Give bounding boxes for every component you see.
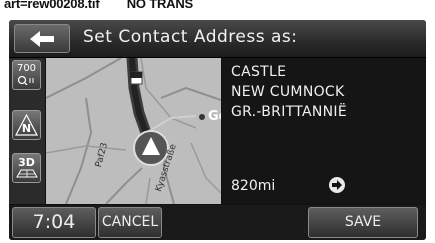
image-caption: art=rew00208.tif NO TRANS	[4, 0, 194, 11]
arrow-right-circle-icon	[329, 177, 345, 193]
scale-value: 700	[16, 63, 37, 74]
map-place-label: Ge	[208, 109, 221, 124]
view-mode-button[interactable]: 3D	[12, 153, 41, 183]
address-line: NEW CUMNOCK	[231, 84, 345, 100]
title-bar: Set Contact Address as:	[9, 20, 426, 58]
address-line: CASTLE	[231, 64, 287, 80]
map-canvas	[46, 58, 221, 204]
left-arrow-icon	[30, 31, 54, 47]
map-view[interactable]: Ge Paf23 Kyasstraße	[46, 58, 221, 204]
nav-screen: Set Contact Address as: 700 N 3D G Paf23…	[9, 20, 426, 240]
address-line: GR.-BRITTANNIË	[231, 104, 348, 120]
compass-button[interactable]: N	[12, 110, 41, 140]
bottom-bar: 7:04 CANCEL SAVE	[9, 205, 426, 240]
zoom-icon	[17, 75, 33, 86]
zoom-scale-button[interactable]: 700	[12, 60, 41, 90]
distance-readout: 820mi	[231, 178, 276, 194]
page-title: Set Contact Address as:	[83, 27, 298, 47]
cancel-button[interactable]: CANCEL	[98, 207, 162, 238]
compass-label: N	[21, 122, 32, 135]
clock-display: 7:04	[12, 207, 96, 238]
map-tools: 700 N 3D	[9, 58, 45, 204]
view-mode-label: 3D	[18, 156, 35, 169]
save-button[interactable]: SAVE	[308, 207, 418, 238]
back-button[interactable]	[14, 24, 70, 53]
perspective-grid-icon	[15, 169, 38, 178]
destination-panel: CASTLE NEW CUMNOCK GR.-BRITTANNIË 820mi	[222, 58, 426, 204]
